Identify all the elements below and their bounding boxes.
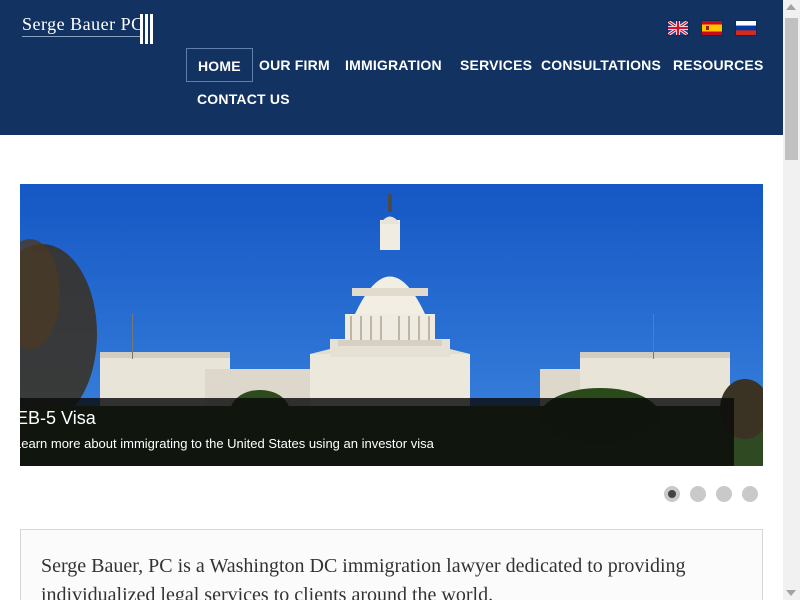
- spain-flag-icon[interactable]: [701, 20, 723, 36]
- uk-flag-icon[interactable]: [667, 20, 689, 36]
- logo-bars-icon: [140, 14, 153, 44]
- intro-panel: Serge Bauer, PC is a Washington DC immig…: [20, 529, 763, 600]
- slide-caption-text: Learn more about immigrating to the Unit…: [20, 436, 434, 451]
- slider-dot-4[interactable]: [742, 486, 758, 502]
- logo-underline: [22, 36, 140, 37]
- site-header: Serge Bauer PC HOME OUR FIRM IMMIGRATION…: [0, 0, 783, 135]
- slide-caption-title[interactable]: EB-5 Visa: [20, 408, 96, 429]
- site-logo[interactable]: Serge Bauer PC: [22, 14, 144, 35]
- slider-dot-1[interactable]: [664, 486, 680, 502]
- nav-consultations[interactable]: CONSULTATIONS: [530, 48, 672, 82]
- vertical-scrollbar[interactable]: [783, 0, 800, 600]
- hero-slider[interactable]: EB-5 Visa Learn more about immigrating t…: [20, 184, 763, 466]
- scroll-up-arrow-icon[interactable]: [786, 4, 796, 10]
- slide-caption-bar: [20, 398, 734, 466]
- russia-flag-icon[interactable]: [735, 20, 757, 36]
- brand-name: Serge Bauer: [22, 14, 116, 34]
- scroll-down-arrow-icon[interactable]: [786, 590, 796, 596]
- nav-resources[interactable]: RESOURCES: [662, 48, 774, 82]
- nav-home[interactable]: HOME: [186, 48, 253, 82]
- slider-dot-3[interactable]: [716, 486, 732, 502]
- intro-text: Serge Bauer, PC is a Washington DC immig…: [41, 555, 686, 600]
- scrollbar-thumb[interactable]: [785, 18, 798, 160]
- slider-pagination: [664, 486, 758, 502]
- nav-our-firm[interactable]: OUR FIRM: [248, 48, 341, 82]
- language-switcher: [667, 20, 757, 36]
- slider-dot-2[interactable]: [690, 486, 706, 502]
- nav-immigration[interactable]: IMMIGRATION: [334, 48, 453, 82]
- nav-contact-us[interactable]: CONTACT US: [186, 82, 301, 116]
